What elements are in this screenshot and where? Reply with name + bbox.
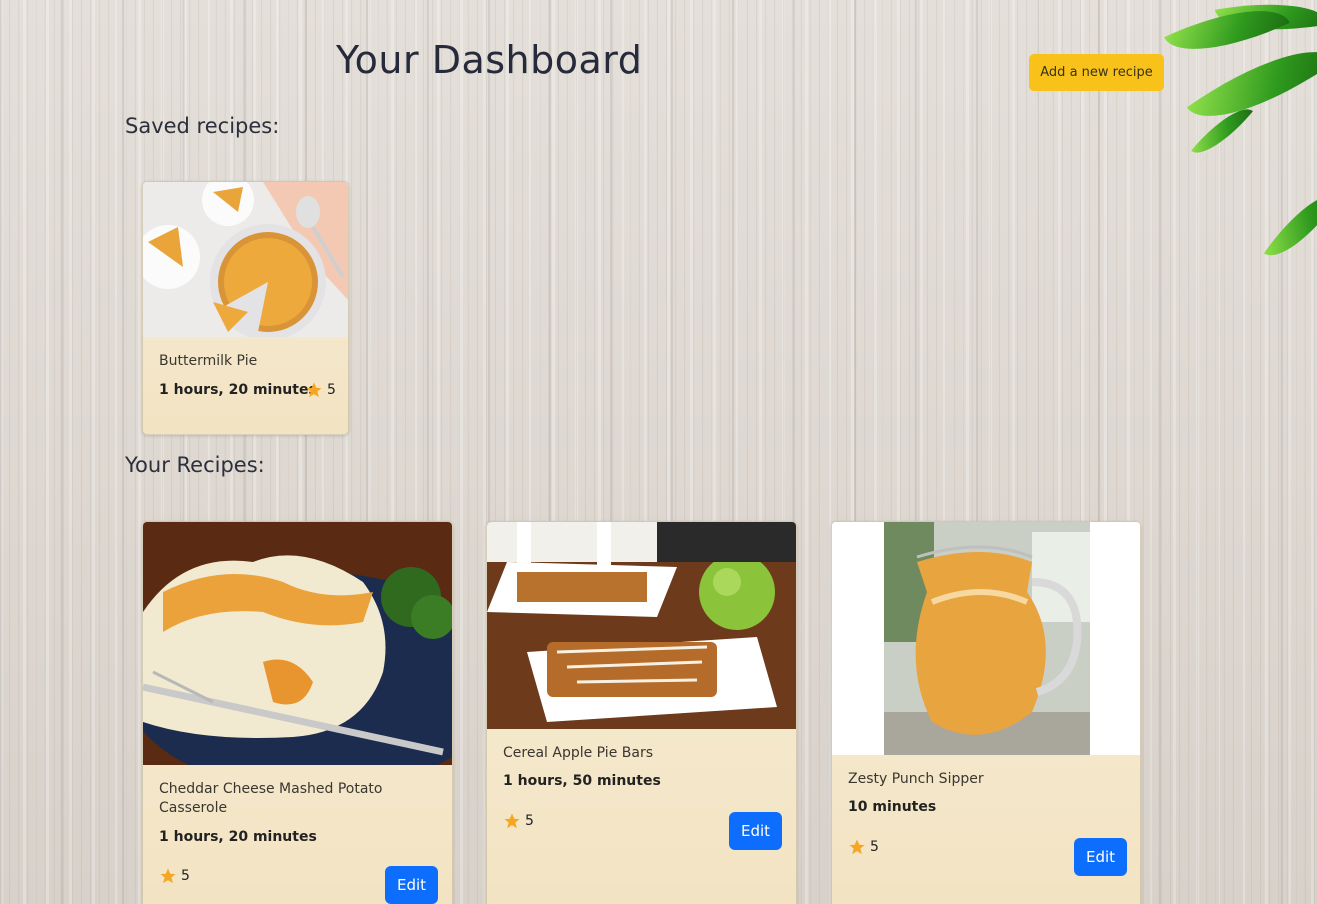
recipe-card[interactable]: Zesty Punch Sipper 10 minutes 5 Edit <box>831 521 1141 904</box>
recipe-rating: 5 <box>503 812 534 830</box>
star-icon <box>306 382 322 398</box>
your-recipes-heading: Your Recipes: <box>125 453 265 477</box>
recipe-name: Cereal Apple Pie Bars <box>503 745 653 761</box>
edit-recipe-button[interactable]: Edit <box>1074 838 1127 876</box>
recipe-card[interactable]: Cheddar Cheese Mashed Potato Casserole 1… <box>142 521 453 904</box>
edit-recipe-button[interactable]: Edit <box>729 812 782 850</box>
star-icon <box>504 813 520 829</box>
edit-recipe-button[interactable]: Edit <box>385 866 438 904</box>
rating-value: 5 <box>525 813 534 829</box>
recipe-image <box>143 522 452 765</box>
recipe-name: Zesty Punch Sipper <box>848 771 984 787</box>
rating-value: 5 <box>181 868 190 884</box>
recipe-time: 10 minutes <box>848 799 937 815</box>
star-icon <box>849 839 865 855</box>
rating-value: 5 <box>327 382 336 398</box>
recipe-name: Buttermilk Pie <box>159 353 258 369</box>
add-recipe-button[interactable]: Add a new recipe <box>1029 54 1164 91</box>
leaf-decoration <box>1147 0 1317 260</box>
recipe-rating: 5 <box>159 867 190 885</box>
recipe-time: 1 hours, 50 minutes <box>503 773 661 789</box>
page-title: Your Dashboard <box>336 38 643 82</box>
star-icon <box>160 868 176 884</box>
rating-value: 5 <box>870 839 879 855</box>
saved-recipes-heading: Saved recipes: <box>125 114 280 138</box>
recipe-name: Cheddar Cheese Mashed Potato Casserole <box>159 781 383 816</box>
saved-recipe-card[interactable]: Buttermilk Pie 1 hours, 20 minutes 5 <box>142 181 349 435</box>
recipe-image <box>487 522 796 729</box>
recipe-image <box>832 522 1140 755</box>
recipe-rating: 5 <box>848 838 879 856</box>
recipe-rating: 5 <box>305 381 336 399</box>
recipe-time: 1 hours, 20 minutes <box>159 382 317 398</box>
recipe-time: 1 hours, 20 minutes <box>159 829 317 845</box>
recipe-image <box>143 182 348 337</box>
recipe-card[interactable]: Cereal Apple Pie Bars 1 hours, 50 minute… <box>486 521 797 904</box>
